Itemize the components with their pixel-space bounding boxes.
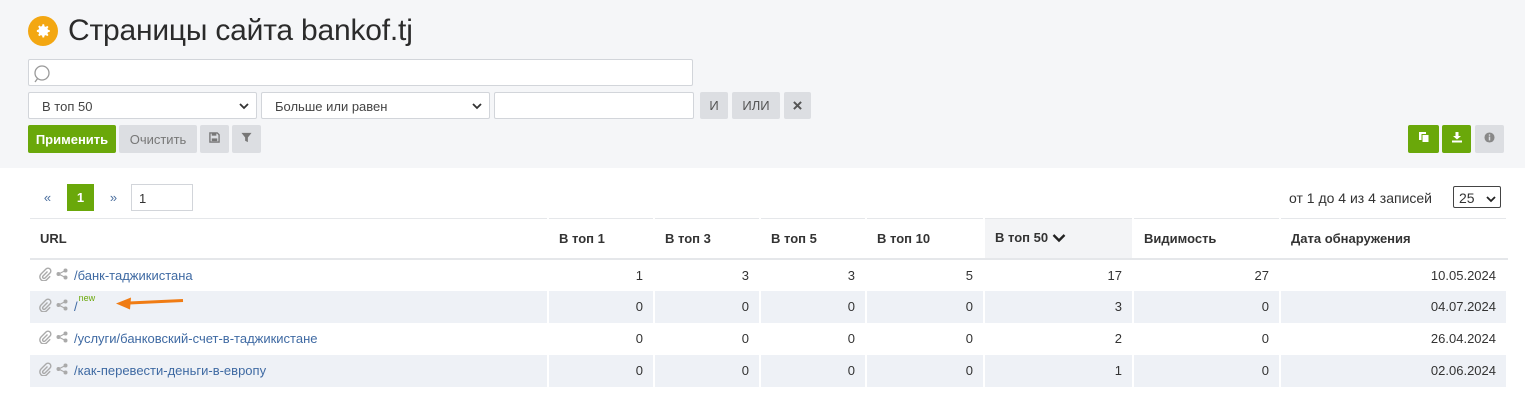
chevron-down-icon xyxy=(238,100,250,115)
pagination-next[interactable]: » xyxy=(101,184,126,211)
close-icon xyxy=(793,98,802,113)
table-row: /банк-таджикистана 1 3 3 5 17 27 10.05.2024 xyxy=(30,258,1508,291)
cell-visibility: 27 xyxy=(1133,258,1281,291)
pages-table: URL В топ 1 В топ 3 В топ 5 В топ 10 В т… xyxy=(30,218,1508,387)
per-page-select[interactable]: 25 xyxy=(1453,186,1501,208)
paperclip-icon[interactable] xyxy=(38,362,52,379)
copy-icon xyxy=(1418,130,1430,148)
page-url-link[interactable]: /как-перевести-деньги-в-европу xyxy=(74,363,266,378)
cell-date: 04.07.2024 xyxy=(1280,290,1508,323)
cell-top50: 17 xyxy=(984,258,1134,291)
download-icon xyxy=(1451,130,1463,148)
cell-top50: 2 xyxy=(984,322,1134,355)
column-header-top1[interactable]: В топ 1 xyxy=(548,218,655,260)
page-header: Страницы сайта bankof.tj xyxy=(28,14,413,48)
share-icon[interactable] xyxy=(56,299,68,314)
share-icon[interactable] xyxy=(56,363,68,378)
info-button[interactable] xyxy=(1475,125,1504,153)
gear-icon xyxy=(28,16,58,46)
cell-top1: 0 xyxy=(548,354,655,387)
cell-top5: 3 xyxy=(760,258,867,291)
cell-top5: 0 xyxy=(760,290,867,323)
goto-page-input[interactable]: 1 xyxy=(131,184,193,211)
cell-url: /банк-таджикистана xyxy=(30,258,549,291)
table-row: /как-перевести-деньги-в-европу 0 0 0 0 1 0 02.0… xyxy=(30,354,1508,387)
page-url-link[interactable]: /услуги/банковский-счет-в-таджикистане xyxy=(74,331,318,346)
filter-icon xyxy=(241,130,252,148)
cell-top10: 0 xyxy=(866,354,985,387)
search-input[interactable] xyxy=(28,59,693,86)
cell-top3: 0 xyxy=(654,290,761,323)
pagination-page-1[interactable]: 1 xyxy=(67,184,94,211)
cell-top3: 3 xyxy=(654,258,761,291)
apply-button[interactable]: Применить xyxy=(28,125,116,153)
sort-desc-icon xyxy=(1052,231,1066,246)
column-header-visibility[interactable]: Видимость xyxy=(1133,218,1281,260)
cell-visibility: 0 xyxy=(1133,290,1281,323)
cell-top1: 1 xyxy=(548,258,655,291)
cell-visibility: 0 xyxy=(1133,354,1281,387)
field-select[interactable]: В топ 50 xyxy=(28,92,257,119)
column-header-top10[interactable]: В топ 10 xyxy=(866,218,985,260)
cell-top1: 0 xyxy=(548,290,655,323)
cell-top50: 3 xyxy=(984,290,1134,323)
new-badge: new xyxy=(78,292,96,303)
cell-url: /как-перевести-деньги-в-европу xyxy=(30,354,549,387)
column-header-date[interactable]: Дата обнаружения xyxy=(1280,218,1508,260)
column-header-top50-label: В топ 50 xyxy=(995,230,1049,246)
table-row: /new 0 0 0 0 3 0 04.07.2024 xyxy=(30,290,1508,323)
filter-presets-button[interactable] xyxy=(232,125,261,153)
filter-value-input[interactable] xyxy=(494,92,694,119)
cell-top5: 0 xyxy=(760,322,867,355)
column-header-url[interactable]: URL xyxy=(30,218,549,260)
paperclip-icon[interactable] xyxy=(38,267,52,284)
operator-select[interactable]: Больше или равен xyxy=(261,92,490,119)
cell-date: 02.06.2024 xyxy=(1280,354,1508,387)
cell-date: 10.05.2024 xyxy=(1280,258,1508,291)
clear-button[interactable]: Очистить xyxy=(119,125,197,153)
page-title: Страницы сайта bankof.tj xyxy=(68,14,413,47)
cell-url: /new xyxy=(30,290,549,323)
column-header-top3[interactable]: В топ 3 xyxy=(654,218,761,260)
share-icon[interactable] xyxy=(56,331,68,346)
info-icon xyxy=(1484,130,1495,148)
search-icon xyxy=(33,64,53,89)
copy-button[interactable] xyxy=(1408,125,1439,153)
column-header-top5[interactable]: В топ 5 xyxy=(760,218,867,260)
per-page-value: 25 xyxy=(1459,190,1475,206)
page-url-link[interactable]: /банк-таджикистана xyxy=(74,268,193,283)
table-header-row: URL В топ 1 В топ 3 В топ 5 В топ 10 В т… xyxy=(30,218,1508,260)
cell-top3: 0 xyxy=(654,322,761,355)
filter-panel: Страницы сайта bankof.tj В топ 50 Больше… xyxy=(0,0,1525,168)
field-select-value: В топ 50 xyxy=(42,99,93,114)
save-icon xyxy=(209,130,220,148)
cell-top3: 0 xyxy=(654,354,761,387)
cell-top10: 0 xyxy=(866,322,985,355)
paperclip-icon[interactable] xyxy=(38,330,52,347)
records-info: от 1 до 4 из 4 записей xyxy=(1289,190,1432,206)
column-header-top50[interactable]: В топ 50 xyxy=(984,218,1134,260)
cell-date: 26.04.2024 xyxy=(1280,322,1508,355)
cell-visibility: 0 xyxy=(1133,322,1281,355)
paperclip-icon[interactable] xyxy=(38,298,52,315)
cell-top10: 0 xyxy=(866,290,985,323)
or-button[interactable]: ИЛИ xyxy=(732,92,780,119)
and-button[interactable]: И xyxy=(700,92,728,119)
cell-top50: 1 xyxy=(984,354,1134,387)
cell-top10: 5 xyxy=(866,258,985,291)
cell-top1: 0 xyxy=(548,322,655,355)
export-button[interactable] xyxy=(1442,125,1471,153)
table-row: /услуги/банковский-счет-в-таджикистане 0 0… xyxy=(30,322,1508,355)
cell-top5: 0 xyxy=(760,354,867,387)
arrow-annotation-icon xyxy=(116,297,184,310)
page-url-link[interactable]: / xyxy=(74,299,78,314)
share-icon[interactable] xyxy=(56,268,68,283)
chevron-down-icon xyxy=(471,100,483,115)
operator-select-value: Больше или равен xyxy=(275,99,388,114)
pagination-prev[interactable]: « xyxy=(35,184,60,211)
cell-url: /услуги/банковский-счет-в-таджикистане xyxy=(30,322,549,355)
remove-condition-button[interactable] xyxy=(784,92,811,119)
chevron-down-icon xyxy=(1485,192,1497,208)
save-filter-button[interactable] xyxy=(200,125,229,153)
